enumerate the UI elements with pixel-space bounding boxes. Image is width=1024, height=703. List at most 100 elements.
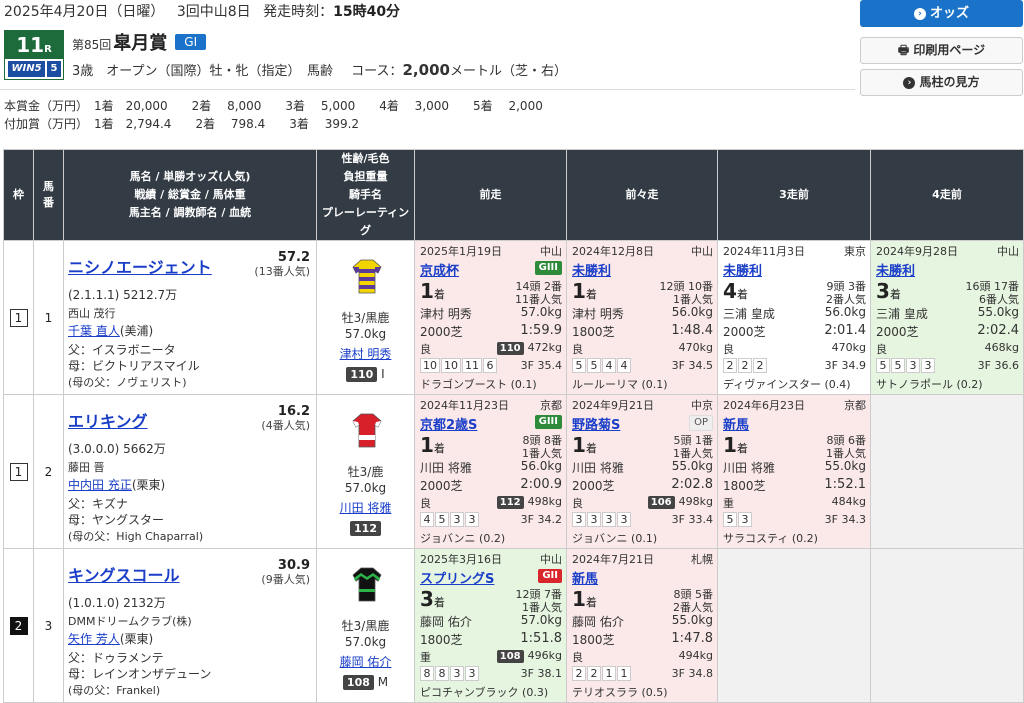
past-race-field: 12頭 10番 1番人気 xyxy=(659,280,714,306)
col-jockey: 性齢/毛色 負担重量 騎手名 プレーレーティング xyxy=(316,149,415,241)
corner-position: 5 xyxy=(891,358,905,373)
uma-cell: 1 xyxy=(33,240,64,395)
corner-position: 3 xyxy=(602,512,616,527)
win5-logo: WIN5 5 xyxy=(5,59,63,79)
how-to-read-button[interactable]: › 馬柱の見方 xyxy=(860,69,1023,96)
past-race-grade: GII xyxy=(538,569,562,583)
jersey-black-green-icon xyxy=(345,561,389,605)
past-race-track: 良 106 498kg xyxy=(572,495,713,510)
horse-name-link[interactable]: エリキング xyxy=(68,408,148,432)
trainer-link[interactable]: 中内田 充正 xyxy=(68,478,132,492)
past-race-winner: サトノラポール (0.2) xyxy=(876,378,983,391)
record: (1.0.1.0) 2132万 xyxy=(68,596,166,610)
past-race-course: 1800芝 1:48.4 xyxy=(572,323,713,339)
past-race-date: 2024年12月8日 xyxy=(572,245,654,258)
past-race-link[interactable]: スプリングS xyxy=(420,568,494,587)
past-race-date: 2024年7月21日 xyxy=(572,553,654,566)
play-rating: 112 xyxy=(317,521,414,536)
past-race-winner: ジョバンニ (0.2) xyxy=(420,532,506,545)
odds-button[interactable]: › オッズ xyxy=(860,0,1023,27)
past-race-rank: 1着 xyxy=(572,433,597,457)
past-race-rank: 1着 xyxy=(420,433,445,457)
uma-cell: 2 xyxy=(33,394,64,549)
corner-position: 4 xyxy=(602,358,616,373)
past-race-cell: 2024年9月28日 中山 未勝利 3着 16頭 17番 6番人気 三浦 皇成 55.0kg 2… xyxy=(870,240,1024,395)
past-race-course: 1800芝 1:52.1 xyxy=(723,477,866,493)
table-header-row: 枠 馬番 馬名 / 単勝オッズ(人気) 戦績 / 総賞金 / 馬体重 馬主名 / 調… xyxy=(3,149,1024,241)
sire: 父：ドゥラメンテ xyxy=(68,651,164,665)
corner-position: 10 xyxy=(420,358,440,373)
past-race-jockey: 川田 将雅 56.0kg xyxy=(420,459,562,475)
col-past4: 4走前 xyxy=(870,149,1024,241)
past-race-link[interactable]: 新馬 xyxy=(723,414,749,433)
past-race-jockey: 藤岡 佑介 55.0kg xyxy=(572,613,713,629)
race-conditions: 3歳 オープン（国際）牡・牝（指定） 馬齢 コース：2,000メートル（芝・右） xyxy=(72,61,567,79)
horse-name-link[interactable]: キングスコール xyxy=(68,562,180,586)
past-race-jockey: 川田 将雅 55.0kg xyxy=(723,459,866,475)
past-race-winner: ピコチャンブラック (0.3) xyxy=(420,686,549,699)
past-race-cell: 2024年12月8日 中山 未勝利 1着 12頭 10番 1番人気 津村 明秀 56.0kg 1… xyxy=(566,240,718,395)
past-race-corners: 2 2 1 1 3F 34.8 xyxy=(572,666,713,681)
past-race-date: 2024年6月23日 xyxy=(723,399,805,412)
past-race-venue: 札幌 xyxy=(691,553,713,566)
past-race-field: 8頭 8番 1番人気 xyxy=(522,434,562,460)
past-race-winner: ルールーリマ (0.1) xyxy=(572,378,668,391)
corner-position: 3 xyxy=(450,512,464,527)
past-race-link[interactable]: 未勝利 xyxy=(723,260,762,279)
race-distance: 2,000 xyxy=(402,61,450,79)
past-race-link[interactable]: 京成杯 xyxy=(420,260,459,279)
horse-name-link[interactable]: ニシノエージェント xyxy=(68,254,212,278)
trainer-link[interactable]: 千葉 直人 xyxy=(68,324,120,338)
past-race-link[interactable]: 新馬 xyxy=(572,568,598,587)
past-race-field: 9頭 3番 2番人気 xyxy=(826,280,866,306)
past-race-track: 良 468kg xyxy=(876,341,1019,356)
jockey-link[interactable]: 藤岡 佑介 xyxy=(317,653,414,670)
jersey-red-white-icon xyxy=(345,407,389,451)
past-race-link[interactable]: 未勝利 xyxy=(572,260,611,279)
trainer-link[interactable]: 矢作 芳人 xyxy=(68,632,120,646)
past-race-link[interactable]: 京都2歳S xyxy=(420,414,477,433)
past-race-link[interactable]: 野路菊S xyxy=(572,414,620,433)
race-number-box: 11R WIN5 5 xyxy=(4,30,64,80)
past-race-corners: 8 8 3 3 3F 38.1 xyxy=(420,666,562,681)
jockey-link[interactable]: 津村 明秀 xyxy=(317,345,414,362)
past-race-grade: GIII xyxy=(534,261,562,275)
corner-position: 2 xyxy=(587,666,601,681)
burden-weight: 57.0kg xyxy=(344,635,387,649)
win-odds: 57.2 (13番人気) xyxy=(254,250,310,278)
past-race-rank: 3着 xyxy=(876,279,901,303)
past-race-link[interactable]: 未勝利 xyxy=(876,260,915,279)
chevron-right-icon: › xyxy=(903,77,916,89)
jockey-link[interactable]: 川田 将雅 xyxy=(317,499,414,516)
corner-position: 6 xyxy=(483,358,497,373)
past-race-rating: 110 xyxy=(496,342,524,355)
corner-position: 3 xyxy=(465,666,479,681)
post-time-label: 発走時刻： xyxy=(263,4,334,20)
print-page-button[interactable]: 🖶 印刷用ページ xyxy=(860,37,1023,64)
trainer: 千葉 直人(美浦) xyxy=(68,324,154,338)
record: (3.0.0.0) 5662万 xyxy=(68,442,166,456)
waku-number: 1 xyxy=(9,462,28,481)
sire: 父：キズナ xyxy=(68,497,129,511)
past-race-course: 2000芝 2:02.8 xyxy=(572,477,713,493)
past-race-corners: 2 2 2 3F 34.9 xyxy=(723,358,866,373)
trainer: 中内田 充正(栗東) xyxy=(68,478,166,492)
corner-position: 4 xyxy=(617,358,631,373)
printer-icon: 🖶 xyxy=(897,43,914,57)
past-race-field: 12頭 7番 1番人気 xyxy=(515,588,563,614)
past-race-venue: 中山 xyxy=(997,245,1019,258)
past-race-corners: 5 5 4 4 3F 34.5 xyxy=(572,358,713,373)
sex-age-color: 牡3/鹿 xyxy=(347,465,384,479)
col-waku: 枠 xyxy=(3,149,34,241)
dam: 母：ヤングスター xyxy=(68,513,165,527)
play-rating: 108 M xyxy=(317,675,414,690)
past-race-winner: サラコスティ (0.2) xyxy=(723,532,818,545)
past-race-rating: 112 xyxy=(496,496,524,509)
past-race-course: 2000芝 2:01.4 xyxy=(723,323,866,339)
table-row: 2 3 キングスコール 30.9 (9番人気) (1.0.1.0) 2132万 DMMドリー… xyxy=(3,548,1024,703)
waku-cell: 2 xyxy=(3,548,34,703)
chevron-right-icon: › xyxy=(913,8,926,20)
past-race-winner: ジョバンニ (0.1) xyxy=(572,532,658,545)
corner-position: 3 xyxy=(617,512,631,527)
burden-weight: 57.0kg xyxy=(344,327,387,341)
